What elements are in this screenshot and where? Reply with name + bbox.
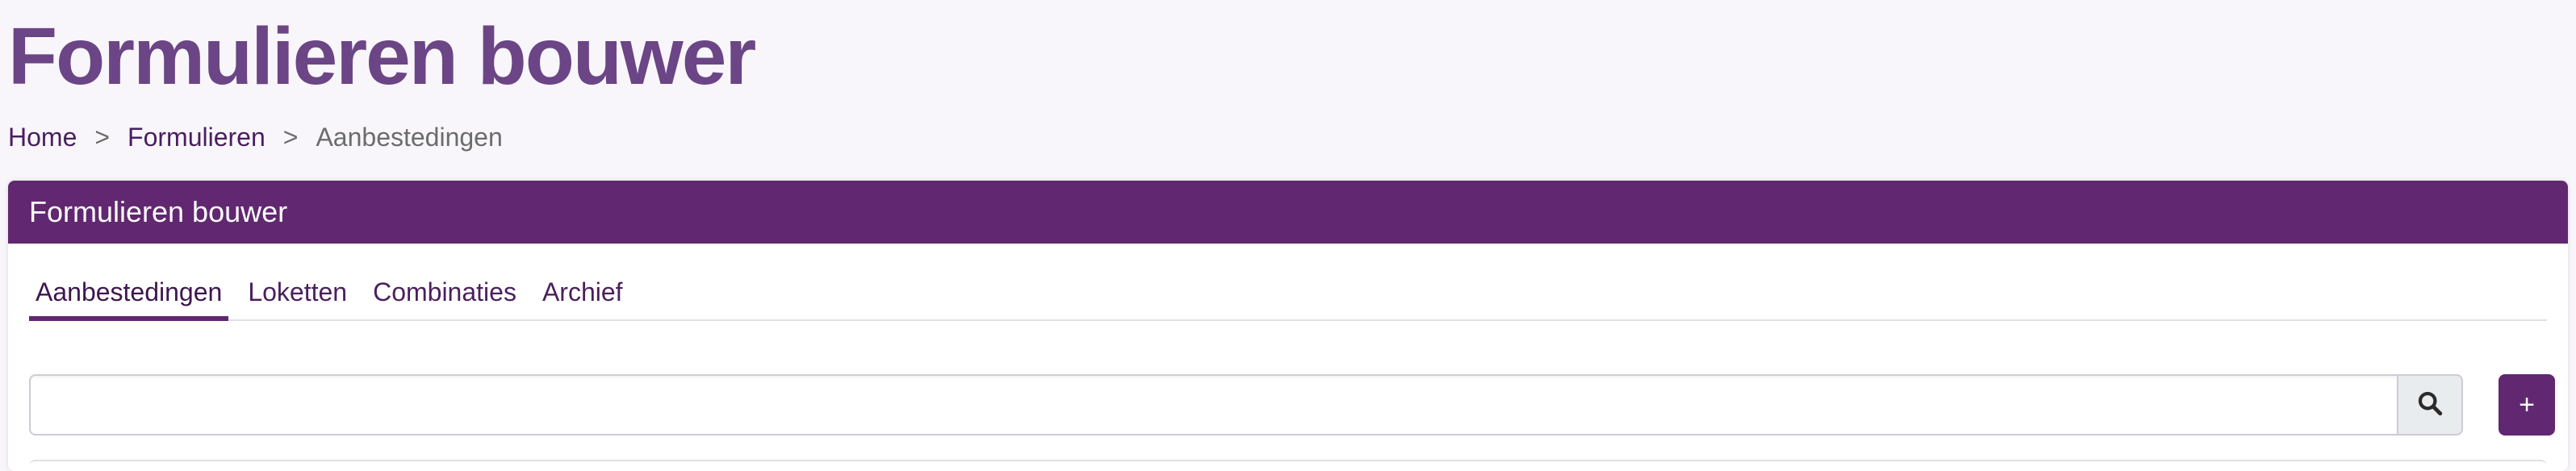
card-header: Formulieren bouwer	[8, 181, 2568, 244]
form-builder-card: Formulieren bouwer Aanbestedingen Lokett…	[8, 181, 2568, 471]
breadcrumb-current: Aanbestedingen	[316, 123, 503, 152]
tab-archief[interactable]: Archief	[536, 271, 629, 321]
search-button[interactable]	[2397, 374, 2463, 436]
tab-aanbestedingen[interactable]: Aanbestedingen	[29, 271, 229, 321]
search-icon	[2416, 390, 2444, 421]
breadcrumb: Home > Formulieren > Aanbestedingen	[8, 119, 503, 155]
breadcrumb-separator: >	[282, 123, 299, 152]
tab-bar: Aanbestedingen Loketten Combinaties Arch…	[29, 271, 2547, 321]
content-panel-edge	[29, 460, 2547, 471]
breadcrumb-formulieren-link[interactable]: Formulieren	[128, 119, 266, 155]
breadcrumb-separator: >	[94, 123, 111, 152]
tab-loketten[interactable]: Loketten	[241, 271, 353, 321]
add-form-button[interactable]: +	[2499, 374, 2555, 436]
breadcrumb-home-link[interactable]: Home	[8, 119, 77, 155]
tab-combinaties[interactable]: Combinaties	[366, 271, 523, 321]
search-input[interactable]	[29, 374, 2397, 436]
search-row: +	[29, 374, 2555, 436]
page-title: Formulieren bouwer	[8, 11, 756, 102]
